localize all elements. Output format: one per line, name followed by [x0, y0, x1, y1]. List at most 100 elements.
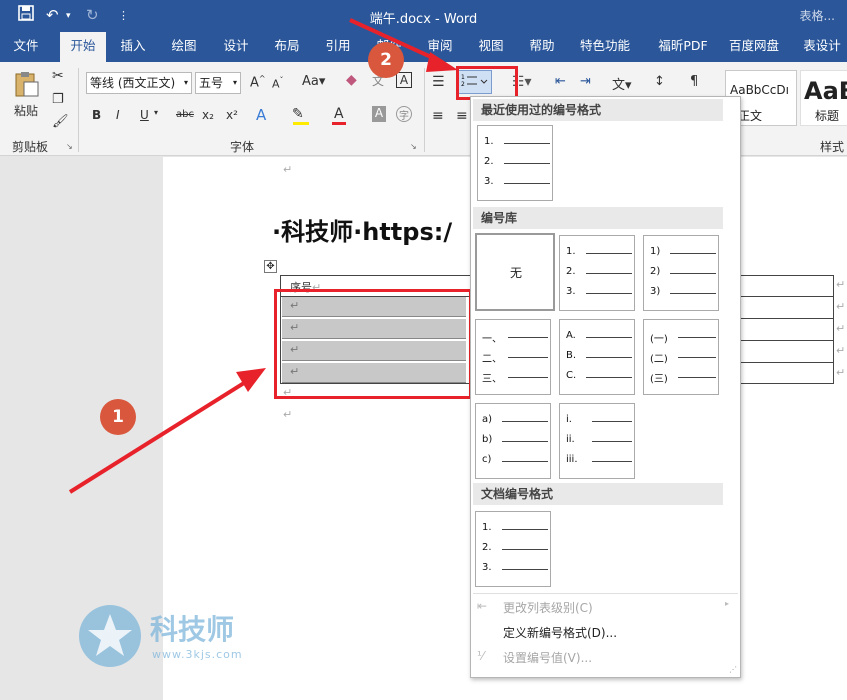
- character-shading-icon[interactable]: A: [372, 106, 386, 122]
- row-end-mark: ↵: [836, 344, 846, 357]
- format-a-upper[interactable]: A. B. C.: [559, 319, 635, 395]
- shrink-font-icon[interactable]: Aˇ: [272, 76, 284, 91]
- font-size-select[interactable]: 五号 ▾: [195, 72, 241, 94]
- document-heading: ·科技师·https:/: [272, 218, 453, 246]
- format-roman-lower[interactable]: i. ii. iii.: [559, 403, 635, 479]
- row-end-mark: ↵: [836, 366, 846, 379]
- italic-button[interactable]: I: [116, 108, 120, 122]
- tab-table-design[interactable]: 表设计: [796, 32, 847, 62]
- copy-icon[interactable]: ❐: [52, 92, 64, 107]
- table-border: [740, 275, 834, 276]
- superscript-button[interactable]: x²: [226, 108, 238, 122]
- align-center-icon[interactable]: ≡: [456, 108, 468, 124]
- increase-indent-icon[interactable]: ⇥: [580, 74, 591, 89]
- format-1-2-3[interactable]: 1. 2. 3.: [559, 235, 635, 311]
- chinese-layout-icon[interactable]: 文▾: [612, 74, 632, 93]
- library-section-title: 编号库: [473, 207, 723, 229]
- paste-label: 粘贴: [14, 104, 39, 118]
- bullets-icon[interactable]: ☰: [432, 74, 445, 90]
- change-list-level-item[interactable]: 更改列表级别(C): [503, 599, 593, 616]
- separator: [78, 68, 79, 152]
- tab-references[interactable]: 引用: [318, 32, 358, 62]
- step-2-badge: 2: [368, 42, 404, 78]
- decrease-indent-icon[interactable]: ⇤: [555, 74, 566, 89]
- tab-layout[interactable]: 布局: [267, 32, 307, 62]
- table-border: [740, 296, 834, 297]
- sort-icon[interactable]: ↕: [654, 74, 665, 89]
- table-border: [740, 362, 834, 363]
- format-chinese[interactable]: 一、 二、 三、: [475, 319, 551, 395]
- table-tools-label: 表格...: [799, 9, 835, 23]
- table-move-handle[interactable]: ✥: [264, 260, 277, 273]
- paragraph-mark: ↵: [283, 408, 293, 421]
- change-case-icon[interactable]: Aa▾: [302, 74, 325, 89]
- grow-font-icon[interactable]: A^: [250, 74, 266, 90]
- numbering-dropdown: 最近使用过的编号格式 1. 2. 3. 编号库 无 1. 2. 3. 1) 2)…: [470, 96, 741, 678]
- table-border: [740, 340, 834, 341]
- menu-separator: [473, 593, 738, 594]
- tab-design[interactable]: 设计: [216, 32, 256, 62]
- tab-foxit-pdf[interactable]: 福昕PDF: [648, 32, 718, 62]
- tab-features[interactable]: 特色功能: [573, 32, 637, 62]
- selected-cells-highlight: [274, 289, 472, 399]
- set-value-icon: ⅟: [477, 649, 484, 663]
- step-1-badge: 1: [100, 399, 136, 435]
- define-new-format-item[interactable]: 定义新编号格式(D)...: [503, 624, 617, 641]
- subscript-button[interactable]: x₂: [202, 108, 214, 122]
- table-border: [740, 383, 834, 384]
- table-border: [740, 318, 834, 319]
- highlight-color-swatch: [293, 122, 309, 125]
- row-end-mark: ↵: [836, 278, 846, 291]
- clipboard-group-label: 剪贴板: [12, 140, 49, 154]
- font-launcher-icon[interactable]: ↘: [410, 142, 417, 151]
- format-a-lower[interactable]: a) b) c): [475, 403, 551, 479]
- font-color-swatch: [332, 122, 346, 125]
- styles-group-label: 样式: [820, 140, 845, 154]
- set-numbering-value-item[interactable]: 设置编号值(V)...: [503, 649, 592, 666]
- recent-format-1-2-3[interactable]: 1. 2. 3.: [477, 125, 553, 201]
- watermark-name: 科技师: [150, 613, 235, 646]
- underline-dropdown-icon[interactable]: ▾: [154, 108, 158, 117]
- submenu-arrow-icon: ▸: [725, 599, 730, 608]
- title-bar: ↶ ▾ ↻ ⋮ 端午.docx - Word 表格...: [0, 0, 847, 32]
- format-none[interactable]: 无: [475, 233, 555, 311]
- resize-grip-icon[interactable]: ⋰: [729, 665, 737, 674]
- format-1-paren[interactable]: 1) 2) 3): [643, 235, 719, 311]
- table-border: [280, 275, 470, 276]
- font-name-select[interactable]: 等线 (西文正文) ▾: [86, 72, 192, 94]
- style-heading[interactable]: AaB 标题: [800, 70, 847, 126]
- show-marks-icon[interactable]: ¶: [690, 74, 698, 89]
- text-effects-button[interactable]: A: [256, 106, 266, 124]
- tab-baidu-disk[interactable]: 百度网盘: [722, 32, 786, 62]
- bold-button[interactable]: B: [92, 108, 101, 122]
- paste-button[interactable]: [12, 70, 40, 101]
- tab-home[interactable]: 开始: [60, 32, 106, 62]
- window-title: 端午.docx - Word: [369, 12, 478, 27]
- tab-help[interactable]: 帮助: [522, 32, 562, 62]
- tab-file[interactable]: 文件: [6, 32, 46, 62]
- character-border-icon[interactable]: A: [396, 72, 412, 88]
- align-left-icon[interactable]: ≡: [432, 108, 444, 124]
- clipboard-launcher-icon[interactable]: ↘: [66, 142, 73, 151]
- row-end-mark: ↵: [836, 300, 846, 313]
- highlight-icon[interactable]: ✎: [292, 106, 304, 122]
- tab-view[interactable]: 视图: [471, 32, 511, 62]
- doc-format-1-2-3[interactable]: 1. 2. 3.: [475, 511, 551, 587]
- watermark: 科技师 www.3kjs.com: [76, 602, 276, 675]
- format-chinese-paren[interactable]: (一) (二) (三): [643, 319, 719, 395]
- enclose-character-icon[interactable]: 字: [396, 106, 412, 122]
- ribbon-tabs: 文件 开始 插入 绘图 设计 布局 引用 邮件 审阅 视图 帮助 特色功能 福昕…: [0, 32, 847, 62]
- font-group-label: 字体: [230, 140, 255, 154]
- strikethrough-button[interactable]: abc: [176, 109, 194, 120]
- tab-review[interactable]: 审阅: [420, 32, 460, 62]
- cut-icon[interactable]: ✂: [52, 68, 64, 84]
- tab-draw[interactable]: 绘图: [164, 32, 204, 62]
- clear-format-icon[interactable]: ◆: [346, 72, 357, 88]
- row-end-mark: ↵: [836, 322, 846, 335]
- numbering-button-highlight: [456, 66, 518, 100]
- separator: [424, 68, 425, 152]
- font-color-button[interactable]: A: [334, 106, 344, 122]
- underline-button[interactable]: U: [140, 108, 149, 122]
- format-painter-icon[interactable]: 🖌: [52, 114, 69, 129]
- tab-insert[interactable]: 插入: [113, 32, 153, 62]
